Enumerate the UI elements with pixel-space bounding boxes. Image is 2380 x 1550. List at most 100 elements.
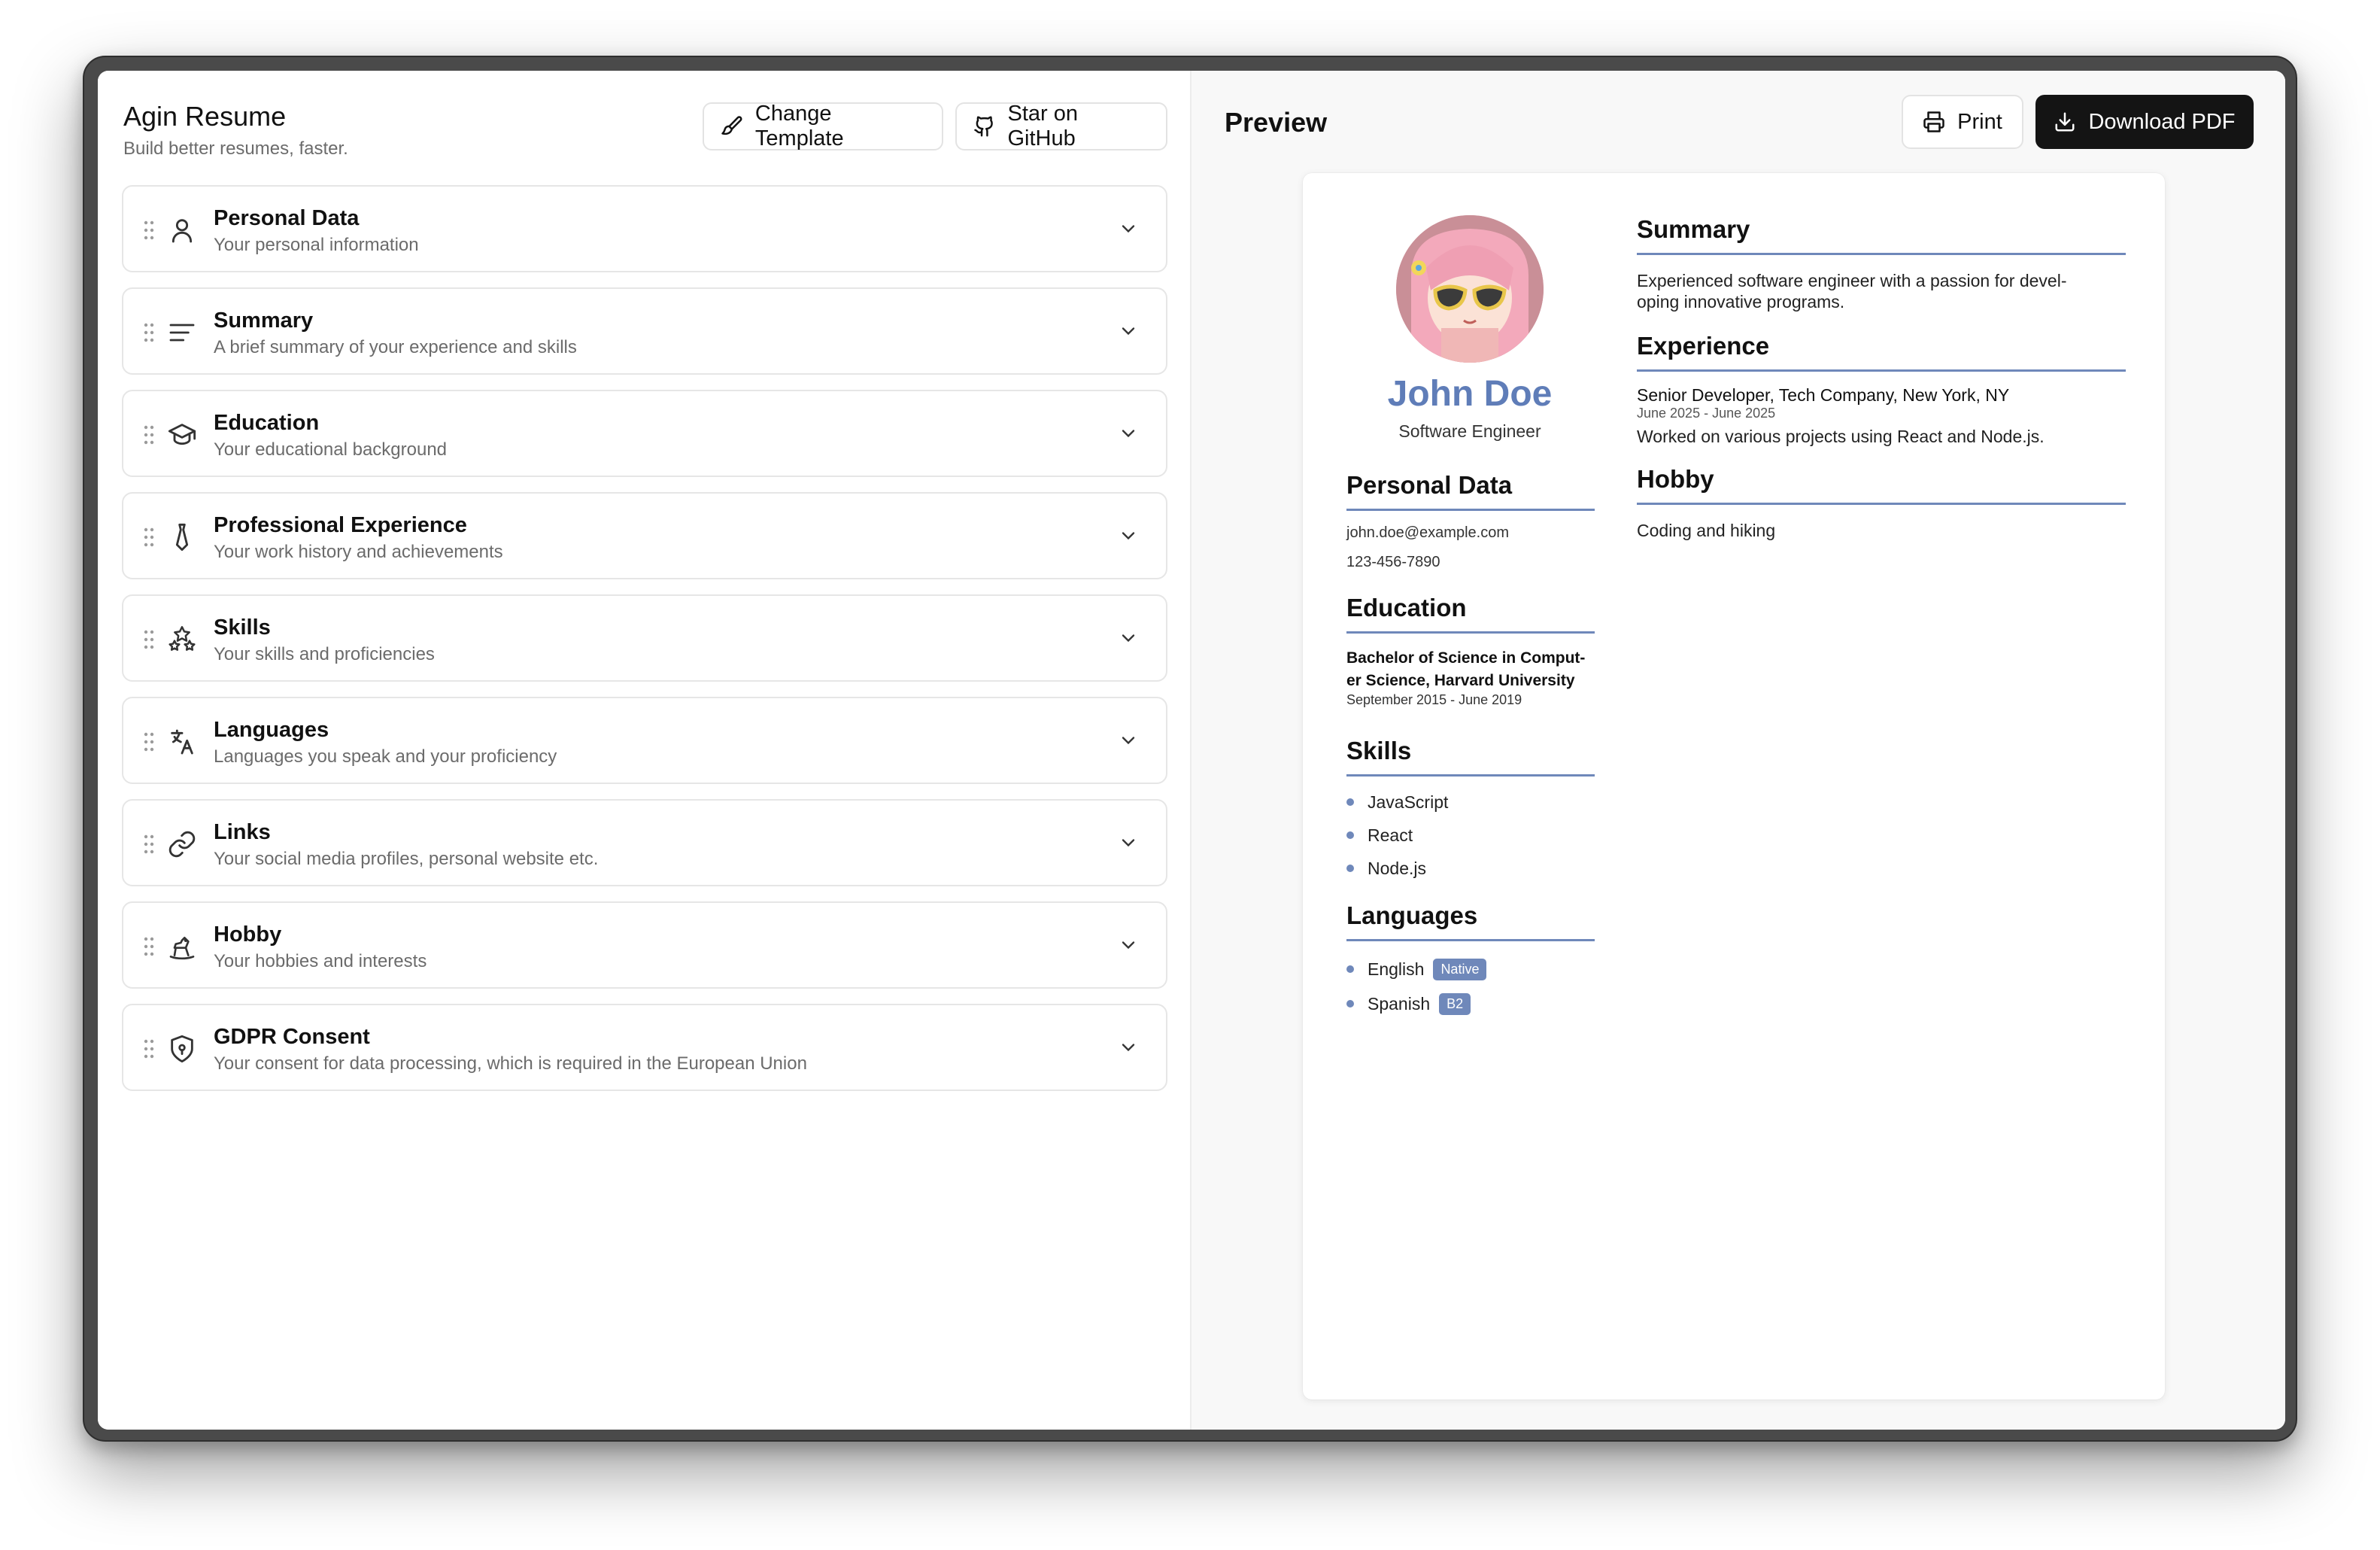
chevron-down-icon[interactable] [1118, 730, 1139, 751]
bullet [1346, 831, 1354, 839]
chevron-down-icon[interactable] [1118, 423, 1139, 444]
section-skills[interactable]: Skills Your skills and proficiencies [122, 594, 1167, 682]
print-label: Print [1957, 109, 2002, 134]
section-personal-data[interactable]: Personal Data Your personal information [122, 185, 1167, 272]
translate-icon [171, 729, 193, 755]
education-degree-line2: er Science, Harvard University [1346, 672, 1575, 689]
section-title: Languages [214, 718, 329, 742]
summary-line2: oping innovative programs. [1637, 292, 1845, 312]
shield-icon [171, 1035, 193, 1063]
summary-heading: Summary [1637, 215, 2126, 255]
avatar [1396, 215, 1544, 363]
section-gdpr-consent[interactable]: GDPR Consent Your consent for data proce… [122, 1004, 1167, 1091]
user-icon [172, 219, 193, 243]
brush-icon [721, 116, 742, 135]
stars-icon [168, 626, 196, 651]
section-title: Education [214, 411, 320, 435]
language-name: Spanish [1368, 993, 1431, 1014]
resume-left-column: Personal Data john.doe@example.com 123-4… [1346, 471, 1595, 1021]
drag-handle-icon[interactable] [143, 424, 155, 445]
education-dates: September 2015 - June 2019 [1346, 692, 1522, 707]
drag-handle-icon[interactable] [143, 322, 155, 343]
section-summary[interactable]: Summary A brief summary of your experien… [122, 287, 1167, 375]
app-window: Agin Resume Build better resumes, faster… [98, 71, 2285, 1430]
skill-label: Node.js [1368, 858, 1426, 878]
section-title: GDPR Consent [214, 1025, 370, 1049]
skill-label: JavaScript [1368, 792, 1449, 812]
section-subtitle: A brief summary of your experience and s… [214, 337, 577, 357]
editor-panel: Agin Resume Build better resumes, faster… [98, 71, 1192, 1430]
link-icon [168, 831, 196, 858]
text-lines-icon [169, 324, 195, 342]
change-template-label: Change Template [754, 102, 844, 150]
app-title: Agin Resume [123, 101, 287, 132]
chevron-down-icon[interactable] [1118, 935, 1139, 956]
drag-handle-icon[interactable] [143, 220, 155, 241]
chevron-down-icon[interactable] [1118, 321, 1139, 342]
drag-handle-icon[interactable] [143, 1038, 155, 1059]
bullet [1346, 965, 1354, 973]
resume-role: Software Engineer [1398, 421, 1541, 441]
change-template-button[interactable]: Change Template [703, 102, 943, 150]
list-item: Node.js [1346, 852, 1595, 885]
job-title: Senior Developer, Tech Company, New York… [1637, 385, 2010, 405]
chevron-down-icon[interactable] [1118, 832, 1139, 853]
chevron-down-icon[interactable] [1118, 525, 1139, 546]
chevron-down-icon[interactable] [1118, 1037, 1139, 1058]
language-level-badge: Native [1433, 958, 1487, 980]
print-button[interactable]: Print [1902, 95, 2023, 149]
education-heading: Education [1346, 594, 1595, 634]
job-dates: June 2025 - June 2025 [1637, 406, 1776, 421]
drag-handle-icon[interactable] [143, 629, 155, 650]
experience-heading: Experience [1637, 332, 2126, 372]
section-title: Links [214, 820, 271, 844]
printer-icon [1923, 111, 1944, 132]
drag-handle-icon[interactable] [143, 731, 155, 752]
rocking-horse-icon [169, 937, 195, 960]
github-icon [974, 116, 993, 137]
language-level-badge: B2 [1439, 992, 1471, 1015]
bullet [1346, 798, 1354, 806]
resume-email: john.doe@example.com [1346, 524, 1509, 541]
graduation-cap-icon [168, 424, 196, 445]
section-professional-experience[interactable]: Professional Experience Your work histor… [122, 492, 1167, 579]
education-degree-line1: Bachelor of Science in Comput- [1346, 649, 1586, 667]
section-languages[interactable]: Languages Languages you speak and your p… [122, 697, 1167, 784]
skills-list: JavaScript React Node.js [1346, 786, 1595, 885]
list-item: JavaScript [1346, 786, 1595, 819]
chevron-down-icon[interactable] [1118, 218, 1139, 239]
preview-title: Preview [1225, 107, 1328, 138]
resume-right-column: Summary Experienced software engineer wi… [1637, 215, 2126, 541]
hobby-text: Coding and hiking [1637, 521, 1776, 540]
language-name: English [1368, 959, 1425, 979]
section-title: Personal Data [214, 206, 360, 230]
section-subtitle: Your personal information [214, 235, 419, 255]
bullet [1346, 865, 1354, 872]
skills-heading: Skills [1346, 737, 1595, 777]
app-subtitle: Build better resumes, faster. [123, 138, 348, 159]
section-education[interactable]: Education Your educational background [122, 390, 1167, 477]
languages-heading: Languages [1346, 901, 1595, 941]
section-hobby[interactable]: Hobby Your hobbies and interests [122, 901, 1167, 989]
resume-page: John Doe Software Engineer Personal Data… [1303, 173, 2165, 1400]
section-title: Skills [214, 615, 271, 640]
preview-panel: Preview Print Download PDF John Doe Soft… [1192, 71, 2285, 1430]
section-subtitle: Languages you speak and your proficiency [214, 746, 557, 767]
chevron-down-icon[interactable] [1118, 628, 1139, 649]
skill-label: React [1368, 825, 1413, 845]
drag-handle-icon[interactable] [143, 527, 155, 548]
summary-line1: Experienced software engineer with a pas… [1637, 271, 2067, 290]
tie-icon [175, 523, 189, 552]
section-title: Hobby [214, 922, 282, 947]
star-github-button[interactable]: Star on GitHub [955, 102, 1167, 150]
drag-handle-icon[interactable] [143, 936, 155, 957]
download-pdf-button[interactable]: Download PDF [2035, 95, 2254, 149]
drag-handle-icon[interactable] [143, 834, 155, 855]
personal-data-heading: Personal Data [1346, 471, 1595, 511]
download-label: Download PDF [2088, 109, 2236, 134]
section-links[interactable]: Links Your social media profiles, person… [122, 799, 1167, 886]
download-icon [2055, 112, 2075, 132]
section-subtitle: Your educational background [214, 439, 448, 460]
github-label: Star on GitHub [1007, 102, 1078, 150]
resume-name: John Doe [1387, 374, 1553, 414]
